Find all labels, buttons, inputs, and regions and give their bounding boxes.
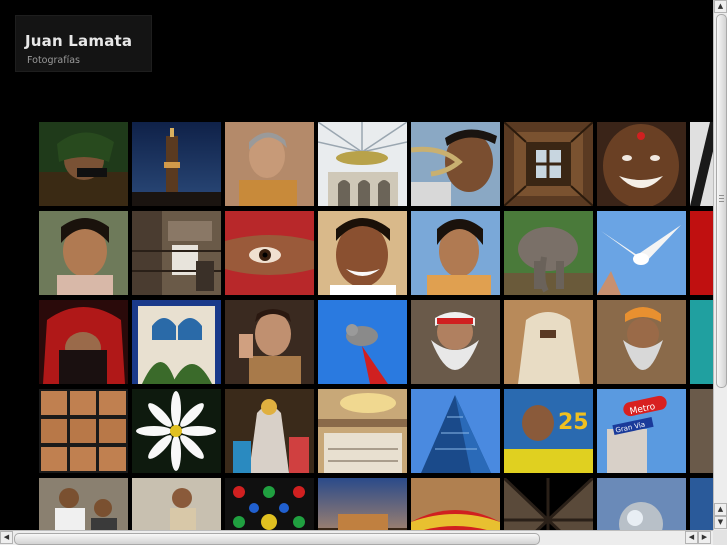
photo-thumb[interactable] [318,211,407,295]
photo-thumb[interactable] [225,211,314,295]
photo-thumb[interactable] [318,122,407,206]
site-title: Juan Lamata [25,32,133,50]
photo-thumb[interactable] [411,300,500,384]
photo-thumb[interactable] [39,478,128,530]
photo-thumb[interactable] [690,389,713,473]
photo-thumb[interactable] [690,122,713,206]
chevron-left-icon: ◀ [688,533,695,541]
site-subtitle: Fotografías [27,55,80,66]
photo-thumb[interactable] [225,478,314,530]
horizontal-scroll-thumb[interactable] [14,533,540,545]
scrollbar-corner [713,530,727,545]
photo-thumb[interactable] [39,122,128,206]
scroll-up-button[interactable]: ▲ [714,0,727,13]
scroll-down-button[interactable]: ▼ [714,516,727,529]
chevron-up-icon: ▲ [717,2,724,10]
photo-thumb[interactable] [318,389,407,473]
scroll-left-button-right[interactable]: ◀ [685,531,698,544]
photo-thumb[interactable] [225,300,314,384]
chevron-left-icon: ◀ [3,533,10,541]
photo-thumb[interactable] [504,211,593,295]
photo-gallery: 25 Metro Gran Via [39,122,713,530]
photo-thumb[interactable] [504,122,593,206]
photo-thumb[interactable] [411,389,500,473]
site-logo[interactable]: Juan Lamata Fotografías [15,15,152,72]
photo-thumb[interactable] [132,300,221,384]
photo-thumb[interactable] [132,122,221,206]
photo-thumb[interactable] [411,478,500,530]
chevron-right-icon: ▶ [701,533,708,541]
photo-thumb[interactable] [39,211,128,295]
photo-thumb[interactable] [225,389,314,473]
photo-thumb[interactable] [318,478,407,530]
photo-thumb[interactable] [318,300,407,384]
photo-thumb[interactable] [504,300,593,384]
scroll-right-button[interactable]: ▶ [698,531,711,544]
photo-thumb[interactable] [597,211,686,295]
photo-thumb[interactable] [411,122,500,206]
photo-thumb[interactable] [132,478,221,530]
photo-thumb[interactable] [597,300,686,384]
scroll-up-button-lower[interactable]: ▲ [714,503,727,516]
photo-thumb[interactable] [690,300,713,384]
photo-thumb[interactable] [597,122,686,206]
photo-thumb[interactable] [39,389,128,473]
horizontal-scrollbar[interactable]: ◀ ◀ ▶ [0,530,713,545]
chevron-down-icon: ▼ [717,518,724,526]
photo-thumb[interactable] [690,478,713,530]
poster-number: 25 [558,410,589,435]
photo-thumb[interactable]: 25 [504,389,593,473]
photo-thumb[interactable] [132,211,221,295]
photo-thumb[interactable] [504,478,593,530]
photo-thumb[interactable] [597,478,686,530]
photo-thumb[interactable]: Metro Gran Via [597,389,686,473]
vertical-scroll-thumb[interactable] [716,14,727,388]
scroll-left-button[interactable]: ◀ [0,531,13,544]
photo-thumb[interactable] [39,300,128,384]
photo-thumb[interactable] [690,211,713,295]
photo-thumb[interactable] [411,211,500,295]
chevron-up-icon: ▲ [717,505,724,513]
photo-thumb[interactable] [132,389,221,473]
photo-thumb[interactable] [225,122,314,206]
vertical-scrollbar[interactable]: ▲ ▲ ▼ [713,0,727,530]
